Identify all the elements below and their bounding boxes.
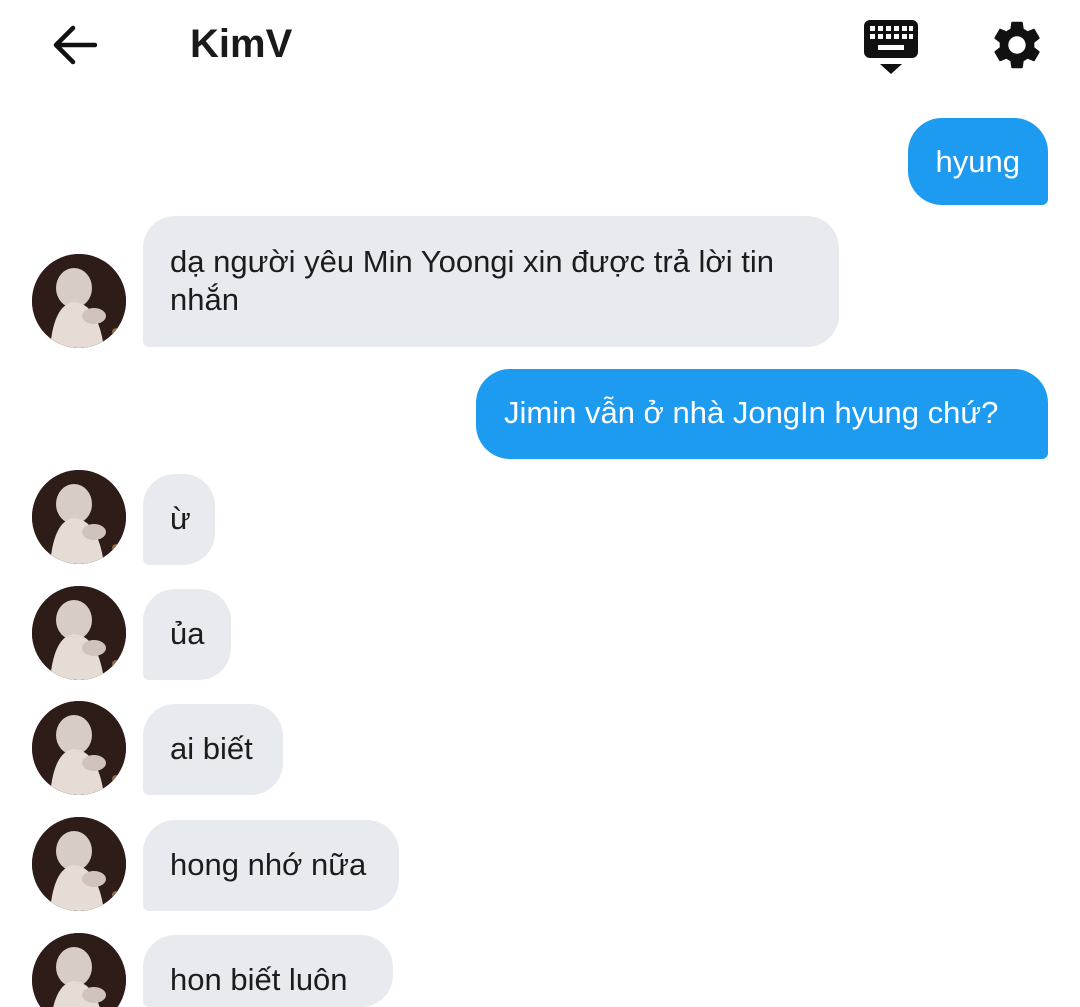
message-bubble-incoming[interactable]: hong nhớ nữa (143, 820, 399, 911)
hide-keyboard-button[interactable] (860, 16, 922, 78)
conversation-title: KimV (190, 22, 293, 66)
message-bubble-incoming[interactable]: ủa (143, 589, 231, 680)
message-bubble-incoming[interactable]: ai biết (143, 704, 283, 795)
gear-icon (994, 21, 1040, 69)
avatar-photo (32, 586, 126, 680)
avatar[interactable] (32, 933, 126, 1007)
avatar[interactable] (32, 470, 126, 564)
avatar[interactable] (32, 254, 126, 348)
message-bubble-incoming[interactable]: ừ (143, 474, 215, 565)
message-bubble-incoming[interactable]: hon biết luôn (143, 935, 393, 1007)
chat-screen: KimV hyung dạ người yêu Min Yoongi xin đ… (0, 0, 1080, 1007)
settings-button[interactable] (988, 16, 1046, 74)
avatar-photo (32, 254, 126, 348)
message-bubble-incoming[interactable]: dạ người yêu Min Yoongi xin được trả lời… (143, 216, 839, 347)
arrow-left-icon (53, 25, 97, 65)
avatar-photo (32, 470, 126, 564)
avatar[interactable] (32, 701, 126, 795)
avatar-photo (32, 701, 126, 795)
message-bubble-outgoing[interactable]: Jimin vẫn ở nhà JongIn hyung chứ? (476, 369, 1048, 459)
keyboard-hide-icon (864, 20, 918, 74)
back-button[interactable] (44, 18, 104, 72)
message-bubble-outgoing[interactable]: hyung (907, 118, 1048, 205)
avatar[interactable] (32, 586, 126, 680)
avatar-photo (32, 933, 126, 1007)
avatar[interactable] (32, 817, 126, 911)
chat-header: KimV (0, 0, 1080, 95)
avatar-photo (32, 817, 126, 911)
